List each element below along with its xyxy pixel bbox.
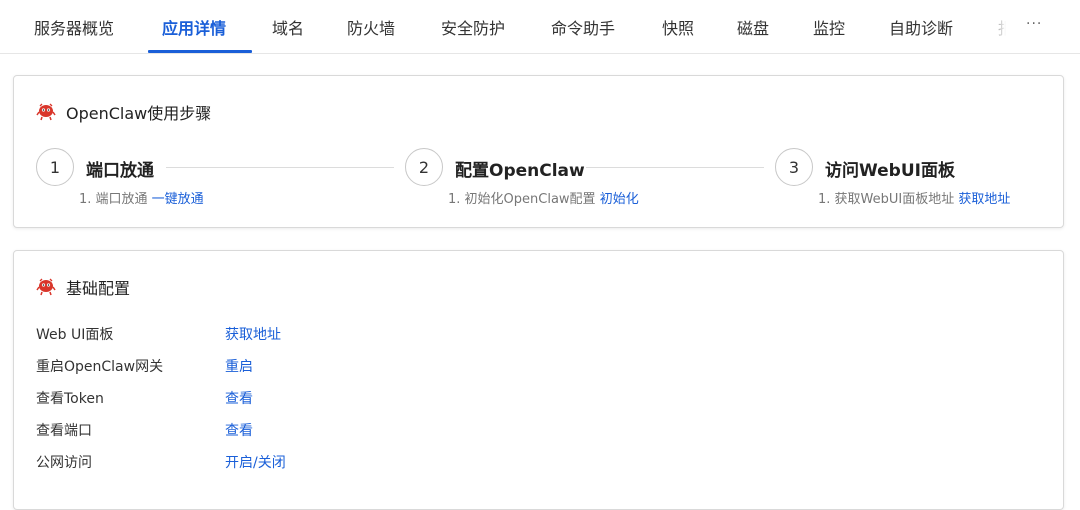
tab-monitor[interactable]: 监控 [813, 18, 845, 40]
tab-server-overview[interactable]: 服务器概览 [34, 18, 114, 40]
step-2-number: 2 [405, 148, 443, 186]
claw-icon [36, 103, 56, 121]
restart-gateway-link[interactable]: 重启 [225, 356, 253, 376]
view-token-link[interactable]: 查看 [225, 388, 253, 408]
step-3-title: 访问WebUI面板 [825, 161, 955, 181]
view-token-label: 查看Token [36, 391, 104, 407]
tab-domain[interactable]: 域名 [272, 18, 304, 40]
tab-self-diagnosis[interactable]: 自助诊断 [889, 18, 953, 40]
tab-overflow-fade [985, 10, 1015, 48]
tab-command-assistant[interactable]: 命令助手 [551, 18, 615, 40]
step-1-number: 1 [36, 148, 74, 186]
active-tab-indicator [148, 50, 252, 53]
tab-disk[interactable]: 磁盘 [737, 18, 769, 40]
step-3-desc: 1. 获取WebUI面板地址 获取地址 [818, 192, 1011, 207]
step-2-title: 配置OpenClaw [455, 161, 585, 181]
step-2-desc: 1. 初始化OpenClaw配置 初始化 [448, 192, 639, 207]
step-1-desc: 1. 端口放通 一键放通 [79, 192, 204, 207]
config-card-title: 基础配置 [66, 279, 131, 298]
steps-card-header: OpenClaw使用步骤 [36, 100, 211, 124]
tab-firewall[interactable]: 防火墙 [347, 18, 395, 40]
tab-security[interactable]: 安全防护 [441, 18, 505, 40]
initialize-link[interactable]: 初始化 [600, 192, 639, 207]
public-access-label: 公网访问 [36, 455, 92, 471]
restart-gateway-label: 重启OpenClaw网关 [36, 359, 164, 375]
view-port-link[interactable]: 查看 [225, 420, 253, 440]
step-3-number: 3 [775, 148, 813, 186]
more-tabs-icon[interactable]: ··· [1026, 16, 1042, 32]
tab-bar: 服务器概览 应用详情 域名 防火墙 安全防护 命令助手 快照 磁盘 监控 自助诊… [0, 0, 1080, 54]
tab-snapshot[interactable]: 快照 [662, 18, 694, 40]
steps-card-title: OpenClaw使用步骤 [66, 104, 212, 123]
tab-app-details[interactable]: 应用详情 [162, 18, 226, 40]
webui-get-address-link[interactable]: 获取地址 [225, 324, 281, 344]
webui-panel-label: Web UI面板 [36, 327, 114, 343]
claw-icon [36, 278, 56, 296]
view-port-label: 查看端口 [36, 423, 92, 439]
public-access-toggle-link[interactable]: 开启/关闭 [225, 452, 286, 472]
openclaw-steps-card: OpenClaw使用步骤 1 端口放通 1. 端口放通 一键放通 2 配置Ope… [13, 75, 1064, 228]
step-connector-2 [586, 167, 764, 168]
step-1-title: 端口放通 [86, 161, 154, 181]
basic-config-card: 基础配置 Web UI面板 获取地址 重启OpenClaw网关 重启 查看Tok… [13, 250, 1064, 510]
open-port-link[interactable]: 一键放通 [152, 192, 204, 207]
get-webui-address-link[interactable]: 获取地址 [958, 192, 1010, 207]
step-connector-1 [166, 167, 394, 168]
config-card-header: 基础配置 [36, 275, 130, 299]
